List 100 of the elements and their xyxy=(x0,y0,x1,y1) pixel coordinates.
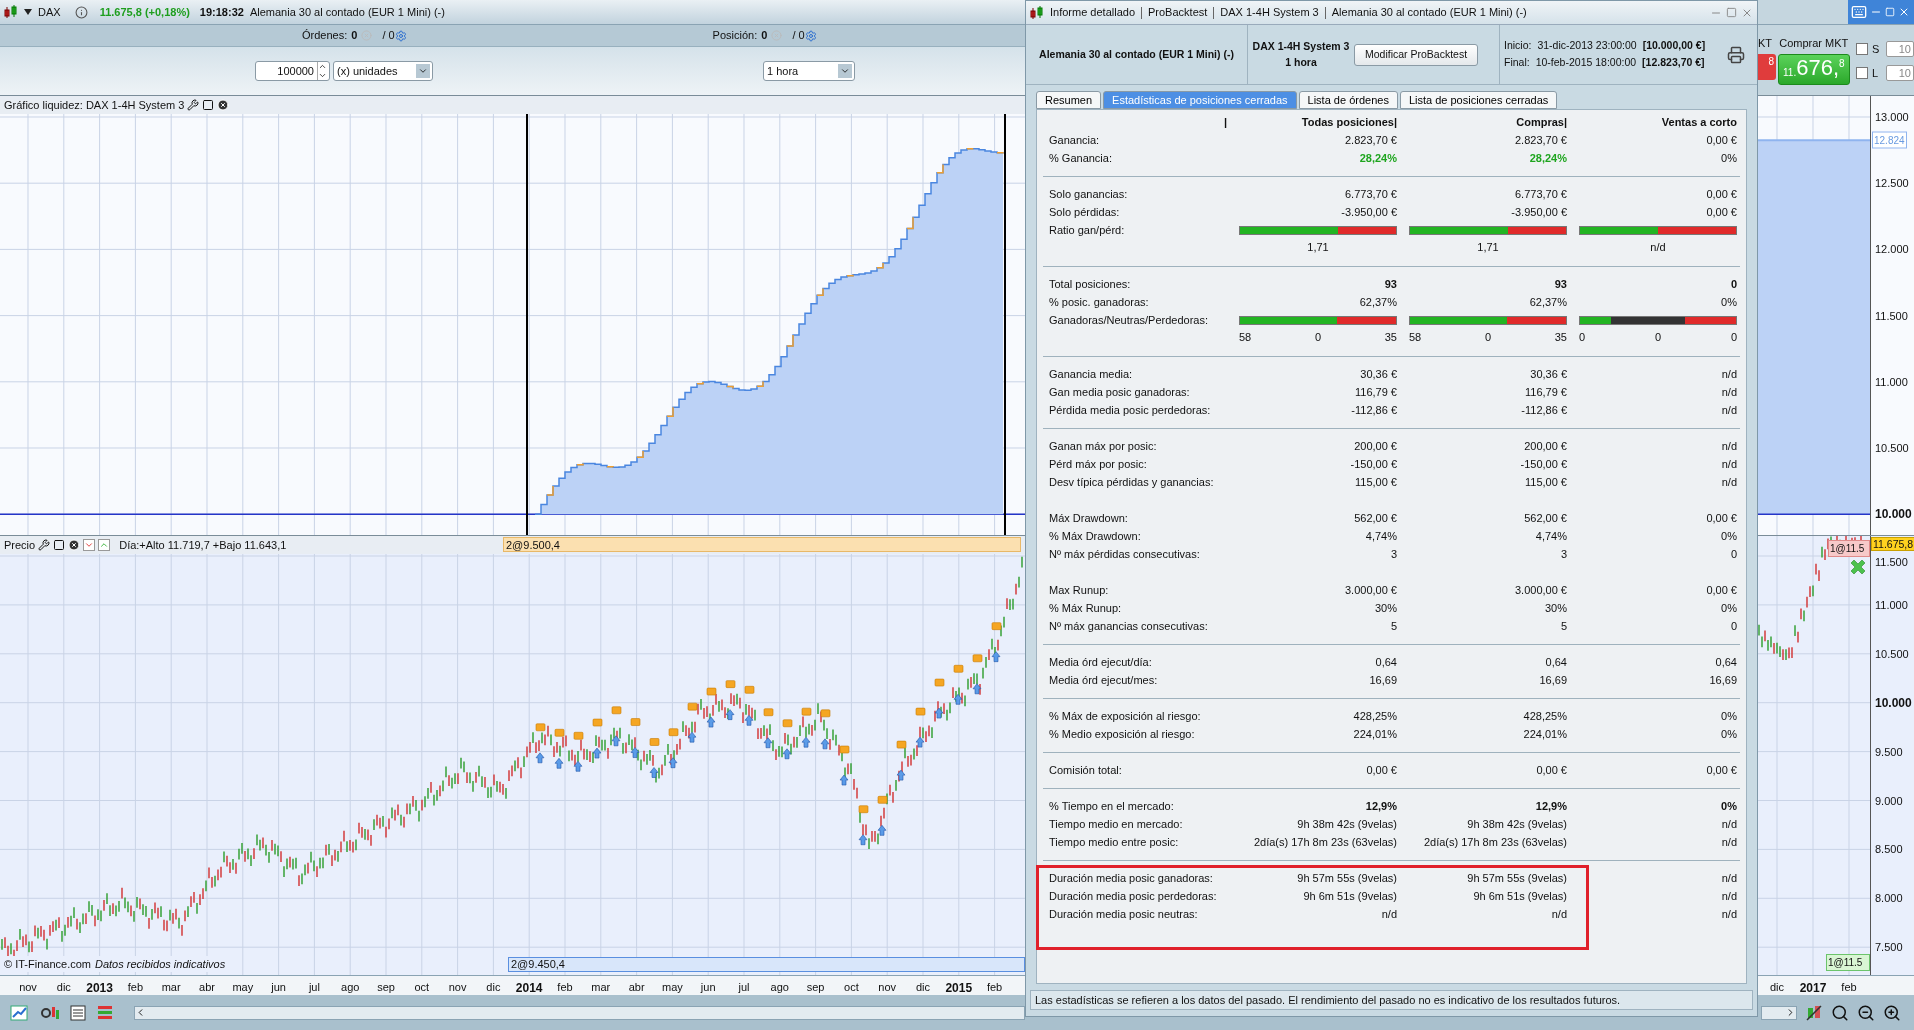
report-tab[interactable]: Resumen xyxy=(1036,91,1102,109)
time-axis-label: 2014 xyxy=(515,980,543,997)
stat-value: 0% xyxy=(1721,726,1737,742)
window-icon[interactable] xyxy=(53,538,66,551)
bar-reading: 0 xyxy=(1314,330,1322,345)
time-axis-label: dic xyxy=(56,980,71,995)
printer-icon[interactable] xyxy=(1727,45,1745,64)
checkbox[interactable] xyxy=(1856,66,1868,79)
time-axis-label: abr xyxy=(199,980,215,995)
stat-label: Duración media posic neutras: xyxy=(1048,906,1199,922)
stat-label: Media órd ejecut/mes: xyxy=(1048,672,1159,688)
stat-value: 9h 38m 42s (9velas) xyxy=(1297,816,1397,832)
keyboard-icon[interactable] xyxy=(1851,4,1867,20)
checkbox[interactable] xyxy=(1856,43,1868,56)
time-axis-label: sep xyxy=(806,980,825,995)
bar-reading: 58 xyxy=(1239,330,1252,345)
checkbox-label: L xyxy=(1872,65,1880,81)
stat-value: 0 xyxy=(1730,276,1737,292)
stat-label: Ratio gan/pérd: xyxy=(1048,223,1126,238)
stat-label: Gan media posic ganadoras: xyxy=(1048,384,1191,400)
window-icon[interactable] xyxy=(202,98,215,111)
stat-value: 3.000,00 € xyxy=(1515,582,1567,598)
candlestick-icon xyxy=(1030,5,1044,20)
time-axis-label: dic xyxy=(915,980,931,995)
stat-value: 9h 38m 42s (9velas) xyxy=(1467,816,1567,832)
ladder-icon[interactable] xyxy=(96,1004,114,1021)
modify-button[interactable]: Modificar ProBacktest xyxy=(1354,43,1479,66)
unit-select[interactable]: (x) unidades xyxy=(333,61,433,81)
stat-value: 5 xyxy=(1390,618,1397,634)
stat-value: 2.823,70 € xyxy=(1345,132,1397,148)
bar-reading: 1,71 xyxy=(1477,240,1499,255)
end-date: 10-feb-2015 18:00:00 xyxy=(1535,55,1637,70)
list-icon[interactable] xyxy=(70,1004,86,1021)
axis-label: 11.500 xyxy=(1875,308,1908,324)
stat-value: 12,9% xyxy=(1365,798,1397,814)
stat-value: n/d xyxy=(1721,906,1737,922)
stat-value: 2día(s) 17h 8m 23s (63velas) xyxy=(1423,834,1567,850)
stat-value: 4,74% xyxy=(1535,528,1567,544)
report-tab[interactable]: Lista de posiciones cerradas xyxy=(1399,91,1558,109)
time-axis-label: jun xyxy=(271,980,286,995)
maximize-icon[interactable] xyxy=(1726,6,1737,18)
step-up-icon[interactable] xyxy=(318,62,327,71)
info-icon[interactable] xyxy=(74,5,88,19)
stat-value: 9h 6m 51s (9velas) xyxy=(1303,888,1397,904)
time-axis-label: feb xyxy=(557,980,573,995)
data-note: Datos recibidos indicativos xyxy=(94,956,226,972)
report-tab[interactable]: Lista de órdenes xyxy=(1298,91,1398,109)
stat-value: 6.773,70 € xyxy=(1345,186,1397,202)
points-field[interactable]: 10 xyxy=(1886,41,1914,58)
chart-settings-icon[interactable] xyxy=(1805,1003,1823,1022)
stat-value: 28,24% xyxy=(1529,150,1567,166)
axis-label: 7.500 xyxy=(1875,939,1903,955)
settings-icon[interactable] xyxy=(804,29,817,42)
step-down-icon[interactable] xyxy=(318,71,327,80)
zoom-in-icon[interactable] xyxy=(1883,1003,1901,1022)
stat-value: 0,00 € xyxy=(1706,762,1737,778)
timeframe-select[interactable]: 1 hora xyxy=(763,61,855,81)
settings-icon[interactable] xyxy=(394,29,407,42)
axis-label: 12.500 xyxy=(1875,175,1909,191)
wrench-icon[interactable] xyxy=(187,98,200,111)
wrench-icon[interactable] xyxy=(38,538,51,551)
axis-label: 10.500 xyxy=(1875,646,1909,662)
stat-value: 224,01% xyxy=(1523,726,1567,742)
time-axis-label: dic xyxy=(486,980,501,995)
checkbox-label: S xyxy=(1872,42,1881,57)
zoom-fit-icon[interactable] xyxy=(1831,1003,1849,1022)
stat-value: n/d xyxy=(1721,438,1737,454)
bar-reading: 58 xyxy=(1409,330,1422,345)
start-label: Inicio: xyxy=(1504,38,1532,54)
stat-value: 16,69 xyxy=(1709,672,1737,688)
close-icon[interactable] xyxy=(217,98,230,111)
bar-reading: 0 xyxy=(1654,330,1662,345)
bar-reading: 0 xyxy=(1579,330,1586,345)
stat-value: 4,74% xyxy=(1365,528,1397,544)
order-label: 1@11.5 xyxy=(1828,540,1870,557)
stat-label: % Máx Runup: xyxy=(1048,600,1123,616)
chart-add-icon[interactable] xyxy=(10,1003,30,1022)
time-axis-label: mar xyxy=(161,980,181,995)
orders-total: / 0 xyxy=(382,28,395,44)
stat-label: Tiempo medio entre posic: xyxy=(1048,834,1180,850)
dropdown-icon[interactable] xyxy=(24,9,32,15)
stat-value: 0,64 xyxy=(1375,654,1397,670)
price-tag: 11.675,8 xyxy=(1871,537,1914,551)
time-axis-label: 2013 xyxy=(86,980,113,997)
order-label: 1@11.5 xyxy=(1826,954,1870,971)
stat-value: 6.773,70 € xyxy=(1515,186,1567,202)
zoom-out-icon[interactable] xyxy=(1857,1003,1875,1022)
horizontal-scrollbar[interactable] xyxy=(1761,1005,1797,1020)
stat-value: 28,24% xyxy=(1359,150,1397,166)
time-axis-label: may xyxy=(662,980,683,995)
horizontal-scrollbar[interactable] xyxy=(134,1005,1025,1020)
stat-value: 0% xyxy=(1721,528,1737,544)
stat-label: Ganancia media: xyxy=(1048,366,1134,382)
sell-button[interactable]: 8 xyxy=(1758,54,1776,80)
quantity-spinner[interactable]: 100000 xyxy=(255,61,330,81)
close-icon[interactable] xyxy=(68,538,81,551)
points-field[interactable]: 10 xyxy=(1886,64,1914,81)
start-date: 31-dic-2013 23:00:00 xyxy=(1537,38,1637,54)
stat-value: 562,00 € xyxy=(1524,510,1567,526)
time-axis-label: oct xyxy=(414,980,430,995)
